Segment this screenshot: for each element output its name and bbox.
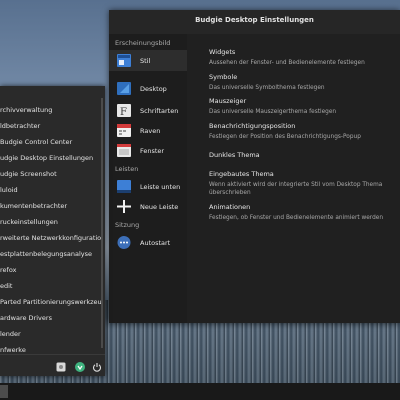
menu-item-label: kumentenbetrachter xyxy=(0,202,68,210)
menu-item[interactable]: luloid xyxy=(0,182,102,198)
option-symbole[interactable]: Symbole Das universelle Symbolthema fest… xyxy=(209,73,394,92)
svg-text:F: F xyxy=(120,107,127,117)
desktop-icon xyxy=(117,82,131,95)
menu-item[interactable]: ldbetrachter xyxy=(0,118,102,134)
power-icon[interactable] xyxy=(92,362,102,372)
option-description: Wenn aktiviert wird der integrierte Stil… xyxy=(209,182,383,196)
add-icon xyxy=(117,200,131,213)
sidebar-item-stil[interactable]: Stil xyxy=(109,50,187,71)
sidebar-item-label: Desktop xyxy=(140,85,167,93)
option-benachrichtigungsposition[interactable]: Benachrichtigungsposition Festlegen der … xyxy=(209,122,394,141)
settings-shortcut-icon[interactable] xyxy=(56,362,66,372)
settings-window: Budgie Desktop Einstellungen Erscheinung… xyxy=(109,10,400,323)
window-title: Budgie Desktop Einstellungen xyxy=(195,16,314,24)
settings-sidebar: Erscheinungsbild Stil Desktop F Schrifta… xyxy=(109,34,187,323)
sidebar-item-raven[interactable]: Raven xyxy=(109,120,187,141)
sidebar-item-label: Leiste unten xyxy=(140,183,181,191)
menu-item-label: Parted Partitionierungswerkzeug xyxy=(0,298,102,306)
option-description: Aussehen der Fenster- und Bedienelemente… xyxy=(209,60,365,66)
menu-item[interactable]: Parted Partitionierungswerkzeug xyxy=(0,294,102,310)
sidebar-item-autostart[interactable]: Autostart xyxy=(109,232,187,253)
menu-item-label: luloid xyxy=(0,186,18,194)
menu-item[interactable]: Budgie Control Center xyxy=(0,134,102,150)
menu-item[interactable]: ardware Drivers xyxy=(0,310,102,326)
option-animationen[interactable]: Animationen Festlegen, ob Fenster und Be… xyxy=(209,203,394,222)
menu-item[interactable]: estplattenbelegungsanalyse xyxy=(0,246,102,262)
option-description: Festlegen, ob Fenster und Bedienelemente… xyxy=(209,215,383,221)
sidebar-item-label: Raven xyxy=(140,127,161,135)
menu-divider xyxy=(0,354,105,355)
menu-item[interactable]: kumentenbetrachter xyxy=(0,198,102,214)
lock-screen-icon[interactable] xyxy=(75,362,85,372)
menu-item-label: rweiterte Netzwerkkonfiguration xyxy=(0,234,102,242)
sidebar-item-label: Neue Leiste xyxy=(140,203,179,211)
option-dunkles-thema[interactable]: Dunkles Thema xyxy=(209,151,260,159)
menu-item-label: udgie Desktop Einstellungen xyxy=(0,154,94,162)
sidebar-item-label: Stil xyxy=(140,57,151,65)
option-title: Mauszeiger xyxy=(209,97,247,105)
menu-scrollbar[interactable] xyxy=(101,98,103,348)
sidebar-section-panels: Leisten xyxy=(115,165,139,173)
menu-item[interactable]: rchivverwaltung xyxy=(0,102,102,118)
menu-item-label: ardware Drivers xyxy=(0,314,52,322)
menu-item-label: udgie Screenshot xyxy=(0,170,57,178)
sidebar-item-schriftarten[interactable]: F Schriftarten xyxy=(109,100,187,121)
raven-icon xyxy=(117,124,131,137)
sidebar-item-label: Autostart xyxy=(140,239,171,247)
menu-item[interactable]: nfwerke xyxy=(0,342,102,358)
sidebar-item-label: Fenster xyxy=(140,147,165,155)
sidebar-section-session: Sitzung xyxy=(115,221,140,229)
option-description: Das universelle Symbolthema festlegen xyxy=(209,85,325,91)
option-mauszeiger[interactable]: Mauszeiger Das universelle Mauszeigerthe… xyxy=(209,97,394,116)
menu-item-label: refox xyxy=(0,266,17,274)
autostart-icon xyxy=(117,236,131,249)
window-icon xyxy=(117,144,131,157)
sidebar-item-neue-leiste[interactable]: Neue Leiste xyxy=(109,196,187,217)
option-title: Eingebautes Thema xyxy=(209,170,274,178)
menu-item[interactable]: udgie Desktop Einstellungen xyxy=(0,150,102,166)
option-description: Das universelle Mauszeigerthema festlege… xyxy=(209,109,337,115)
menu-item-label: edit xyxy=(0,282,13,290)
style-icon xyxy=(117,54,131,67)
menu-item[interactable]: lender xyxy=(0,326,102,342)
option-description: Festlegen der Position des Benachrichtig… xyxy=(209,134,361,140)
menu-item-label: Budgie Control Center xyxy=(0,138,73,146)
menu-item-label: estplattenbelegungsanalyse xyxy=(0,250,92,258)
option-title: Dunkles Thema xyxy=(209,151,260,159)
option-title: Symbole xyxy=(209,73,238,81)
option-widgets[interactable]: Widgets Aussehen der Fenster- und Bedien… xyxy=(209,48,394,67)
menu-item[interactable]: refox xyxy=(0,262,102,278)
panel-icon xyxy=(117,180,131,193)
menu-item-label: lender xyxy=(0,330,21,338)
fonts-icon: F xyxy=(117,104,131,117)
menu-item[interactable]: udgie Screenshot xyxy=(0,166,102,182)
sidebar-item-desktop[interactable]: Desktop xyxy=(109,78,187,99)
bottom-panel xyxy=(0,383,400,400)
option-title: Animationen xyxy=(209,203,251,211)
sidebar-item-fenster[interactable]: Fenster xyxy=(109,140,187,161)
option-title: Benachrichtigungsposition xyxy=(209,122,296,130)
menu-item-label: ruckeinstellungen xyxy=(0,218,58,226)
sidebar-section-appearance: Erscheinungsbild xyxy=(115,39,171,47)
window-titlebar[interactable]: Budgie Desktop Einstellungen xyxy=(109,10,400,34)
menu-item[interactable]: rweiterte Netzwerkkonfiguration xyxy=(0,230,102,246)
menu-item-label: rchivverwaltung xyxy=(0,106,53,114)
sidebar-item-leiste-unten[interactable]: Leiste unten xyxy=(109,176,187,197)
settings-content: Widgets Aussehen der Fenster- und Bedien… xyxy=(203,34,393,323)
menu-item[interactable]: ruckeinstellungen xyxy=(0,214,102,230)
menu-item-label: ldbetrachter xyxy=(0,122,41,130)
option-title: Widgets xyxy=(209,48,236,56)
sidebar-item-label: Schriftarten xyxy=(140,107,179,115)
menu-item-label: nfwerke xyxy=(0,346,26,354)
menu-button-icon[interactable] xyxy=(0,385,8,398)
menu-item[interactable]: edit xyxy=(0,278,102,294)
option-eingebautes-thema[interactable]: Eingebautes Thema Wenn aktiviert wird de… xyxy=(209,170,394,197)
application-menu: rchivverwaltung ldbetrachter Budgie Cont… xyxy=(0,86,105,376)
